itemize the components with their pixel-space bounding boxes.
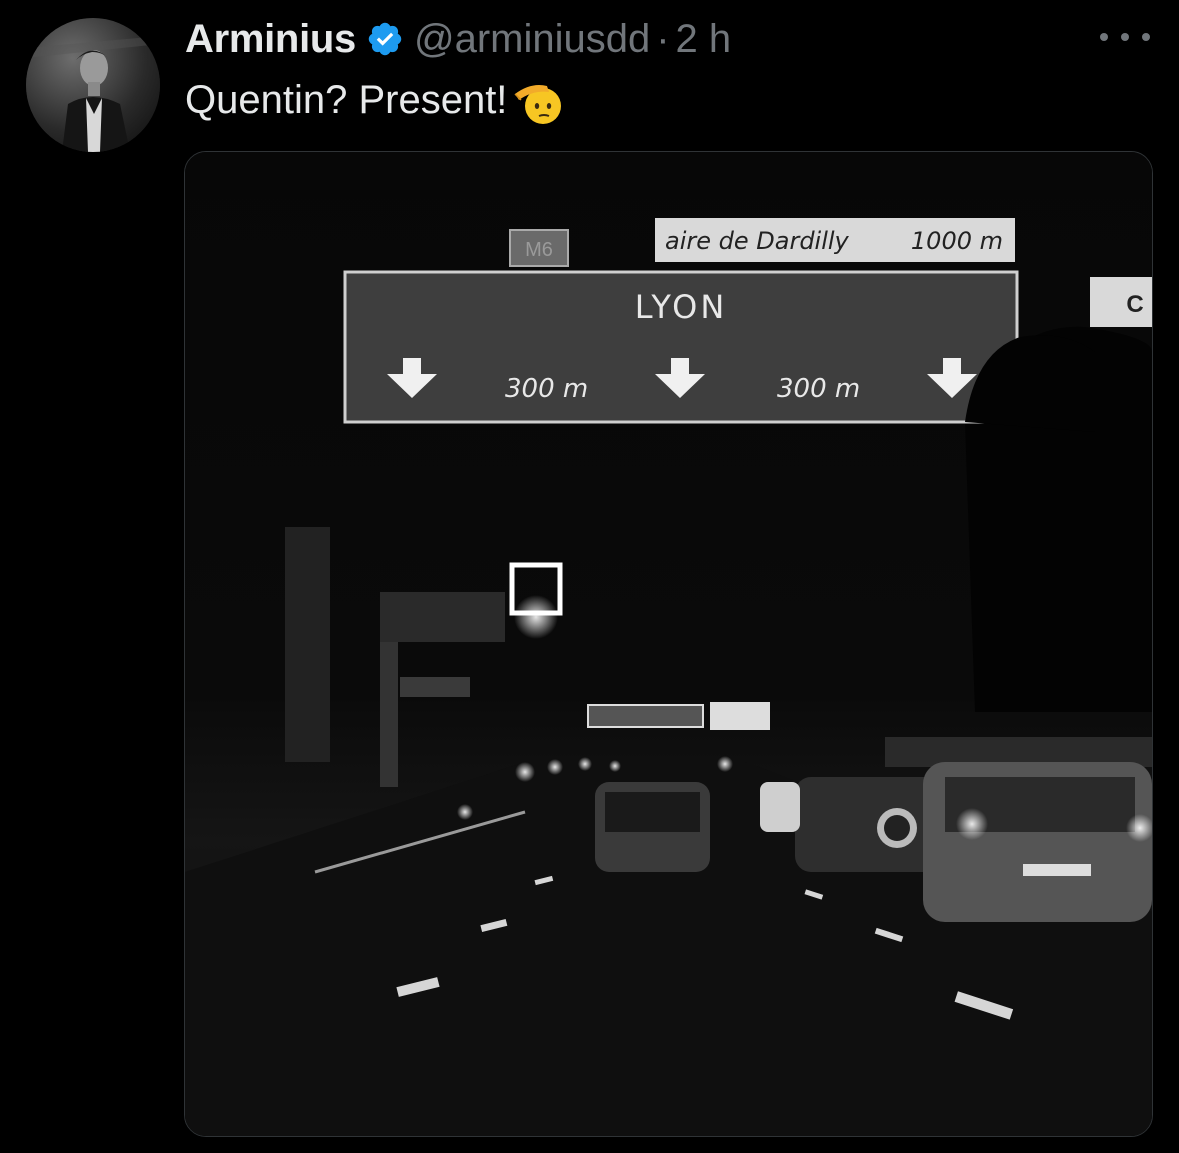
tweet-photo[interactable]: M6 aire de Dardilly 1000 m C LYON 300 m …	[184, 151, 1153, 1137]
author-handle[interactable]: @arminiusdd	[414, 17, 650, 62]
timestamp[interactable]: 2 h	[676, 17, 732, 62]
avatar[interactable]	[26, 18, 160, 152]
highway-night-photo: M6 aire de Dardilly 1000 m C LYON 300 m …	[185, 152, 1152, 1136]
more-options-icon[interactable]	[1100, 26, 1150, 48]
verified-badge-icon	[368, 22, 402, 56]
tweet-text: Quentin? Present!	[185, 72, 567, 128]
distance-left-text: 300 m	[505, 374, 588, 404]
author-name[interactable]: Arminius	[185, 17, 356, 62]
road-number-text: M6	[525, 239, 553, 261]
rest-area-name-text: aire de Dardilly	[665, 227, 850, 255]
partial-sign-text: C	[1126, 291, 1143, 318]
saluting-face-icon	[514, 85, 562, 124]
distance-right-text: 300 m	[777, 374, 860, 404]
separator-dot: ·	[656, 16, 670, 61]
tweet-text-content: Quentin? Present!	[185, 77, 508, 122]
avatar-photo	[26, 18, 160, 152]
main-destination-text: LYON	[635, 288, 728, 326]
tweet-header: Arminius @arminiusdd · 2 h	[185, 14, 731, 64]
rest-area-distance-text: 1000 m	[911, 227, 1003, 255]
